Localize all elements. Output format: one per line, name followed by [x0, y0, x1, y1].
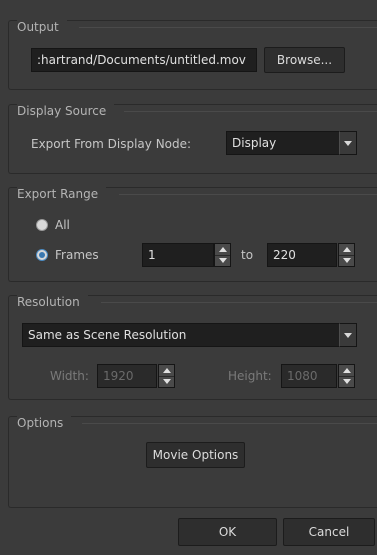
frames-to-stepper[interactable]: [338, 243, 355, 267]
ok-button[interactable]: OK: [178, 518, 277, 546]
frames-from-stepper[interactable]: [214, 243, 231, 267]
movie-options-button[interactable]: Movie Options: [146, 442, 245, 468]
group-divider: [124, 111, 377, 112]
increment-icon[interactable]: [215, 244, 230, 255]
frames-to-label: to: [241, 248, 254, 262]
group-divider: [119, 194, 377, 195]
decrement-icon[interactable]: [159, 375, 174, 388]
group-divider: [82, 423, 377, 424]
decrement-icon[interactable]: [339, 375, 354, 388]
display-node-select[interactable]: Display: [226, 131, 340, 155]
export-range-group: Export Range: [8, 187, 377, 282]
resolution-preset-select[interactable]: Same as Scene Resolution: [22, 323, 340, 347]
decrement-icon[interactable]: [339, 254, 354, 267]
output-path-field[interactable]: :hartrand/Documents/untitled.mov: [31, 48, 257, 72]
resolution-group-title: Resolution: [17, 295, 88, 309]
width-input[interactable]: 1920: [97, 364, 157, 388]
height-input[interactable]: 1080: [281, 364, 337, 388]
height-stepper[interactable]: [338, 364, 355, 388]
export-from-display-node-label: Export From Display Node:: [31, 137, 192, 151]
cancel-button[interactable]: Cancel: [283, 518, 375, 546]
browse-button[interactable]: Browse...: [264, 47, 345, 73]
decrement-icon[interactable]: [215, 254, 230, 267]
group-divider: [79, 27, 377, 28]
output-group-title: Output: [17, 20, 67, 34]
display-source-group-title: Display Source: [17, 104, 115, 118]
export-range-group-title: Export Range: [17, 187, 107, 201]
options-group-title: Options: [17, 416, 72, 430]
frames-radio[interactable]: [36, 249, 48, 261]
frames-from-input[interactable]: 1: [142, 243, 214, 267]
width-label: Width:: [50, 369, 89, 383]
group-divider: [101, 302, 377, 303]
increment-icon[interactable]: [339, 365, 354, 376]
increment-icon[interactable]: [339, 244, 354, 255]
increment-icon[interactable]: [159, 365, 174, 376]
height-label: Height:: [228, 369, 272, 383]
chevron-down-icon: [344, 140, 352, 146]
resolution-preset-dropdown-arrow[interactable]: [339, 323, 357, 347]
all-radio[interactable]: [36, 219, 48, 231]
all-radio-label[interactable]: All: [55, 218, 70, 232]
chevron-down-icon: [344, 332, 352, 338]
frames-radio-label[interactable]: Frames: [55, 248, 99, 262]
display-node-dropdown-arrow[interactable]: [339, 131, 357, 155]
width-stepper[interactable]: [158, 364, 175, 388]
frames-to-input[interactable]: 220: [267, 243, 337, 267]
